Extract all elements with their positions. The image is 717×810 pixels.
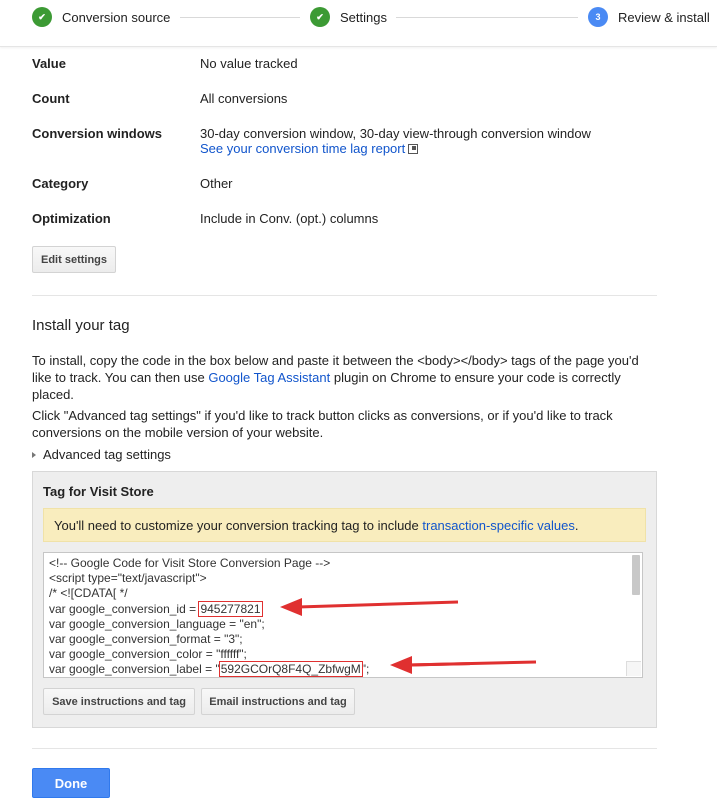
- arrow-shaft: [407, 660, 537, 667]
- step-number-icon: 3: [588, 7, 608, 27]
- code-scrollbar[interactable]: [632, 555, 640, 595]
- check-icon: ✔: [310, 7, 330, 27]
- advanced-tag-settings-label: Advanced tag settings: [43, 447, 171, 462]
- advanced-tag-settings-toggle[interactable]: Advanced tag settings: [32, 447, 171, 462]
- conversion-id-highlight: 945277821: [198, 600, 263, 617]
- row-value: All conversions: [200, 91, 288, 106]
- row-value: 30-day conversion window, 30-day view-th…: [200, 126, 680, 156]
- transaction-values-link[interactable]: transaction-specific values: [422, 518, 574, 533]
- row-value: Other: [200, 176, 233, 191]
- row-key: Value: [32, 56, 66, 71]
- row-key: Optimization: [32, 211, 111, 226]
- arrow-conversion-id: [280, 598, 459, 616]
- code-line: <!-- Google Code for Visit Store Convers…: [49, 556, 331, 570]
- divider: [32, 295, 657, 296]
- divider: [32, 748, 657, 749]
- row-key: Category: [32, 176, 89, 191]
- step-label: Review & install: [618, 9, 710, 25]
- annotation-arrow-label: [390, 656, 537, 674]
- row-key: Count: [32, 91, 70, 106]
- time-lag-report-link[interactable]: See your conversion time lag report: [200, 141, 405, 156]
- row-key: Conversion windows: [32, 126, 163, 141]
- row-value: Include in Conv. (opt.) columns: [200, 211, 379, 226]
- notice-text: You'll need to customize your conversion…: [54, 518, 578, 533]
- step-review-install[interactable]: 3 Review & install: [588, 6, 710, 28]
- install-tag-title: Install your tag: [32, 317, 130, 334]
- row-value: No value tracked: [200, 56, 298, 71]
- save-instructions-button[interactable]: Save instructions and tag: [43, 688, 195, 715]
- email-instructions-button[interactable]: Email instructions and tag: [201, 688, 355, 715]
- install-instructions: To install, copy the code in the box bel…: [32, 352, 660, 403]
- check-icon: ✔: [32, 7, 52, 27]
- row-value-text: 30-day conversion window, 30-day view-th…: [200, 126, 591, 141]
- code-line: <script type="text/javascript">: [49, 571, 207, 586]
- expand-triangle-icon: [32, 451, 36, 458]
- done-button[interactable]: Done: [32, 768, 110, 798]
- progress-stepper: ✔ Conversion source ✔ Settings 3 Review …: [0, 0, 717, 47]
- step-connector: [180, 17, 300, 18]
- external-link-icon: [408, 144, 419, 154]
- tag-panel-title: Tag for Visit Store: [43, 484, 154, 499]
- resize-handle-icon[interactable]: [626, 661, 641, 676]
- step-conversion-source[interactable]: ✔ Conversion source: [32, 6, 170, 28]
- customize-notice: You'll need to customize your conversion…: [43, 508, 646, 542]
- step-connector: [396, 17, 578, 18]
- notice-text-before: You'll need to customize your conversion…: [54, 517, 423, 533]
- tag-assistant-link[interactable]: Google Tag Assistant: [208, 370, 330, 385]
- step-label: Settings: [340, 9, 387, 25]
- step-label: Conversion source: [62, 9, 171, 25]
- notice-text-after: .: [574, 517, 579, 533]
- advanced-instructions: Click "Advanced tag settings" if you'd l…: [32, 408, 613, 440]
- conversion-label-prefix: var google_conversion_label = ": [49, 662, 220, 677]
- arrow-head: [390, 656, 412, 674]
- edit-settings-button[interactable]: Edit settings: [32, 246, 116, 273]
- conversion-id-prefix: var google_conversion_id =: [49, 601, 200, 616]
- step-settings[interactable]: ✔ Settings: [310, 6, 387, 28]
